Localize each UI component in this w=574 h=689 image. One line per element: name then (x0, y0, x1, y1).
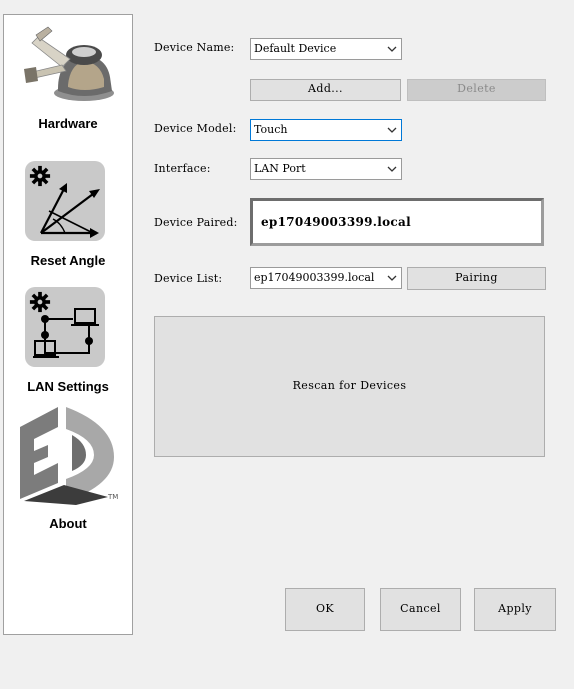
chevron-down-icon (387, 166, 397, 172)
chevron-down-icon (387, 275, 397, 281)
network-icon (33, 308, 99, 358)
chevron-down-icon (387, 127, 397, 133)
device-model-value: Touch (254, 123, 288, 136)
delete-button[interactable]: Delete (407, 79, 546, 101)
device-name-select[interactable]: Default Device (250, 38, 402, 60)
device-name-value: Default Device (254, 42, 337, 55)
ok-button[interactable]: OK (285, 588, 365, 631)
angle-vectors-icon (40, 183, 100, 238)
sidebar-item-label: Hardware (38, 116, 98, 131)
lan-settings-tile (25, 287, 105, 367)
haptic-device-icon (24, 26, 114, 101)
device-paired-value: ep17049003399.local (261, 215, 411, 229)
pairing-button[interactable]: Pairing (407, 267, 546, 290)
sidebar: Hardware Reset Angle LAN Settings TM Abo… (3, 14, 133, 635)
sidebar-item-about[interactable]: TM About (4, 403, 132, 531)
sidebar-item-lan-settings[interactable]: LAN Settings (4, 283, 132, 398)
interface-value: LAN Port (254, 162, 306, 175)
sidebar-item-reset-angle[interactable]: Reset Angle (4, 157, 132, 272)
trademark-text: TM (107, 493, 118, 501)
chevron-down-icon (387, 46, 397, 52)
device-list-value: ep17049003399.local (254, 271, 375, 284)
device-list-label: Device List: (154, 272, 223, 285)
device-paired-display: ep17049003399.local (250, 198, 544, 246)
apply-button[interactable]: Apply (474, 588, 556, 631)
interface-label: Interface: (154, 162, 211, 175)
device-model-label: Device Model: (154, 122, 237, 135)
reset-angle-tile (25, 161, 105, 241)
3d-systems-logo: TM (20, 407, 118, 505)
cancel-button[interactable]: Cancel (380, 588, 461, 631)
sidebar-item-label: Reset Angle (30, 253, 106, 268)
device-model-select[interactable]: Touch (250, 119, 402, 141)
device-name-label: Device Name: (154, 41, 235, 54)
rescan-button[interactable]: Rescan for Devices (154, 316, 545, 457)
sidebar-item-hardware[interactable]: Hardware (4, 15, 132, 140)
sidebar-item-label: LAN Settings (27, 379, 109, 394)
add-button[interactable]: Add... (250, 79, 401, 101)
device-paired-label: Device Paired: (154, 216, 238, 229)
sidebar-item-label: About (49, 516, 87, 531)
interface-select[interactable]: LAN Port (250, 158, 402, 180)
device-list-select[interactable]: ep17049003399.local (250, 267, 402, 289)
